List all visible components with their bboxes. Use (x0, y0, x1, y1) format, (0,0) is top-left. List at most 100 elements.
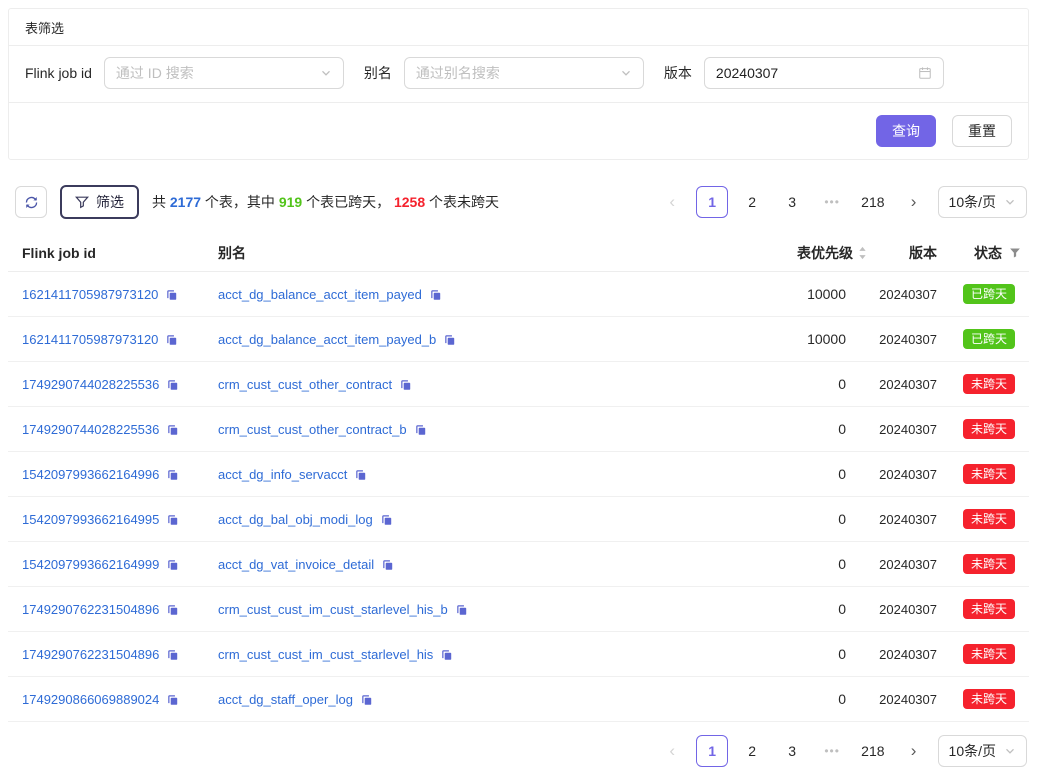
page-jump-ellipsis[interactable]: ••• (816, 735, 848, 767)
copy-icon[interactable] (354, 468, 367, 481)
status-filter-icon[interactable] (1009, 247, 1021, 259)
copy-icon[interactable] (166, 558, 179, 571)
chevron-down-icon (1004, 196, 1016, 208)
page-size-select[interactable]: 10条/页 (938, 735, 1027, 767)
flink-job-id-link[interactable]: 1749290744028225536 (22, 377, 159, 392)
alias-link[interactable]: acct_dg_balance_acct_item_payed_b (218, 332, 436, 347)
priority-value: 0 (655, 376, 873, 392)
filter-actions: 查询 重置 (9, 103, 1028, 159)
alias-link[interactable]: acct_dg_staff_oper_log (218, 692, 353, 707)
version-value: 20240307 (873, 512, 937, 527)
status-badge: 未跨天 (963, 419, 1015, 439)
next-page-button[interactable]: › (898, 735, 930, 767)
top-pagination: ‹ 1 2 3 ••• 218 › 10条/页 (648, 186, 1027, 218)
copy-icon[interactable] (166, 378, 179, 391)
flink-job-id-select[interactable]: 通过 ID 搜索 (104, 57, 344, 89)
page-size-value: 10条/页 (949, 741, 996, 761)
flink-job-id-link[interactable]: 1749290866069889024 (22, 692, 159, 707)
alias-link[interactable]: acct_dg_bal_obj_modi_log (218, 512, 373, 527)
copy-icon[interactable] (414, 423, 427, 436)
alias-link[interactable]: crm_cust_cust_im_cust_starlevel_his_b (218, 602, 448, 617)
copy-icon[interactable] (429, 288, 442, 301)
chevron-down-icon (320, 67, 332, 79)
copy-icon[interactable] (443, 333, 456, 346)
header-alias: 别名 (204, 243, 655, 263)
page-3-button[interactable]: 3 (776, 186, 808, 218)
version-date-input[interactable]: 20240307 (704, 57, 944, 89)
next-page-button[interactable]: › (898, 186, 930, 218)
priority-value: 0 (655, 421, 873, 437)
priority-value: 0 (655, 511, 873, 527)
alias-link[interactable]: crm_cust_cust_im_cust_starlevel_his (218, 647, 433, 662)
copy-icon[interactable] (165, 333, 178, 346)
filter-button[interactable]: 筛选 (60, 185, 139, 219)
page-last-button[interactable]: 218 (856, 186, 889, 218)
table-row: 1542097993662164995 acct_dg_bal_obj_modi… (8, 497, 1029, 542)
prev-page-button[interactable]: ‹ (656, 186, 688, 218)
flink-job-id-link[interactable]: 1621411705987973120 (22, 332, 158, 347)
status-badge: 未跨天 (963, 374, 1015, 394)
priority-value: 10000 (655, 286, 873, 302)
alias-link[interactable]: acct_dg_balance_acct_item_payed (218, 287, 422, 302)
page-jump-ellipsis[interactable]: ••• (816, 186, 848, 218)
alias-link[interactable]: crm_cust_cust_other_contract (218, 377, 392, 392)
priority-value: 0 (655, 646, 873, 662)
version-value: 20240307 (873, 422, 937, 437)
chevron-down-icon (1004, 745, 1016, 757)
copy-icon[interactable] (166, 513, 179, 526)
copy-icon[interactable] (165, 288, 178, 301)
status-badge: 未跨天 (963, 689, 1015, 709)
copy-icon[interactable] (455, 603, 468, 616)
status-badge: 未跨天 (963, 599, 1015, 619)
flink-job-id-link[interactable]: 1542097993662164999 (22, 557, 159, 572)
summary-text: 共 2177 个表，其中 919 个表已跨天， 1258 个表未跨天 (152, 192, 499, 212)
filter-card: 表筛选 Flink job id 通过 ID 搜索 别名 通过别名搜索 版本 2… (8, 8, 1029, 160)
copy-icon[interactable] (166, 468, 179, 481)
priority-value: 0 (655, 556, 873, 572)
priority-value: 10000 (655, 331, 873, 347)
copy-icon[interactable] (166, 693, 179, 706)
alias-placeholder: 通过别名搜索 (416, 63, 500, 83)
flink-job-id-link[interactable]: 1542097993662164995 (22, 512, 159, 527)
page-1-button[interactable]: 1 (696, 735, 728, 767)
status-badge: 未跨天 (963, 554, 1015, 574)
copy-icon[interactable] (166, 603, 179, 616)
copy-icon[interactable] (380, 513, 393, 526)
alias-link[interactable]: acct_dg_info_servacct (218, 467, 347, 482)
copy-icon[interactable] (166, 423, 179, 436)
table-row: 1749290866069889024 acct_dg_staff_oper_l… (8, 677, 1029, 722)
page-2-button[interactable]: 2 (736, 735, 768, 767)
copy-icon[interactable] (166, 648, 179, 661)
table-row: 1621411705987973120 acct_dg_balance_acct… (8, 272, 1029, 317)
refresh-button[interactable] (15, 186, 47, 218)
copy-icon[interactable] (399, 378, 412, 391)
query-button[interactable]: 查询 (876, 115, 936, 147)
flink-job-id-link[interactable]: 1621411705987973120 (22, 287, 158, 302)
flink-job-id-link[interactable]: 1749290762231504896 (22, 647, 159, 662)
reset-button[interactable]: 重置 (952, 115, 1012, 147)
alias-select[interactable]: 通过别名搜索 (404, 57, 644, 89)
flink-job-id-link[interactable]: 1749290762231504896 (22, 602, 159, 617)
prev-page-button[interactable]: ‹ (656, 735, 688, 767)
sort-icon[interactable] (858, 246, 867, 260)
page-3-button[interactable]: 3 (776, 735, 808, 767)
alias-link[interactable]: crm_cust_cust_other_contract_b (218, 422, 407, 437)
copy-icon[interactable] (440, 648, 453, 661)
copy-icon[interactable] (360, 693, 373, 706)
page-last-button[interactable]: 218 (856, 735, 889, 767)
copy-icon[interactable] (381, 558, 394, 571)
page-2-button[interactable]: 2 (736, 186, 768, 218)
version-value: 20240307 (873, 377, 937, 392)
page-1-button[interactable]: 1 (696, 186, 728, 218)
version-value: 20240307 (873, 287, 937, 302)
version-value: 20240307 (873, 602, 937, 617)
filter-row: Flink job id 通过 ID 搜索 别名 通过别名搜索 版本 20240… (9, 46, 1028, 102)
flink-job-id-link[interactable]: 1542097993662164996 (22, 467, 159, 482)
alias-link[interactable]: acct_dg_vat_invoice_detail (218, 557, 374, 572)
table-row: 1749290762231504896 crm_cust_cust_im_cus… (8, 587, 1029, 632)
table-body: 1621411705987973120 acct_dg_balance_acct… (8, 272, 1029, 722)
page-size-select[interactable]: 10条/页 (938, 186, 1027, 218)
crossed-count: 919 (279, 194, 302, 210)
chevron-down-icon (620, 67, 632, 79)
flink-job-id-link[interactable]: 1749290744028225536 (22, 422, 159, 437)
